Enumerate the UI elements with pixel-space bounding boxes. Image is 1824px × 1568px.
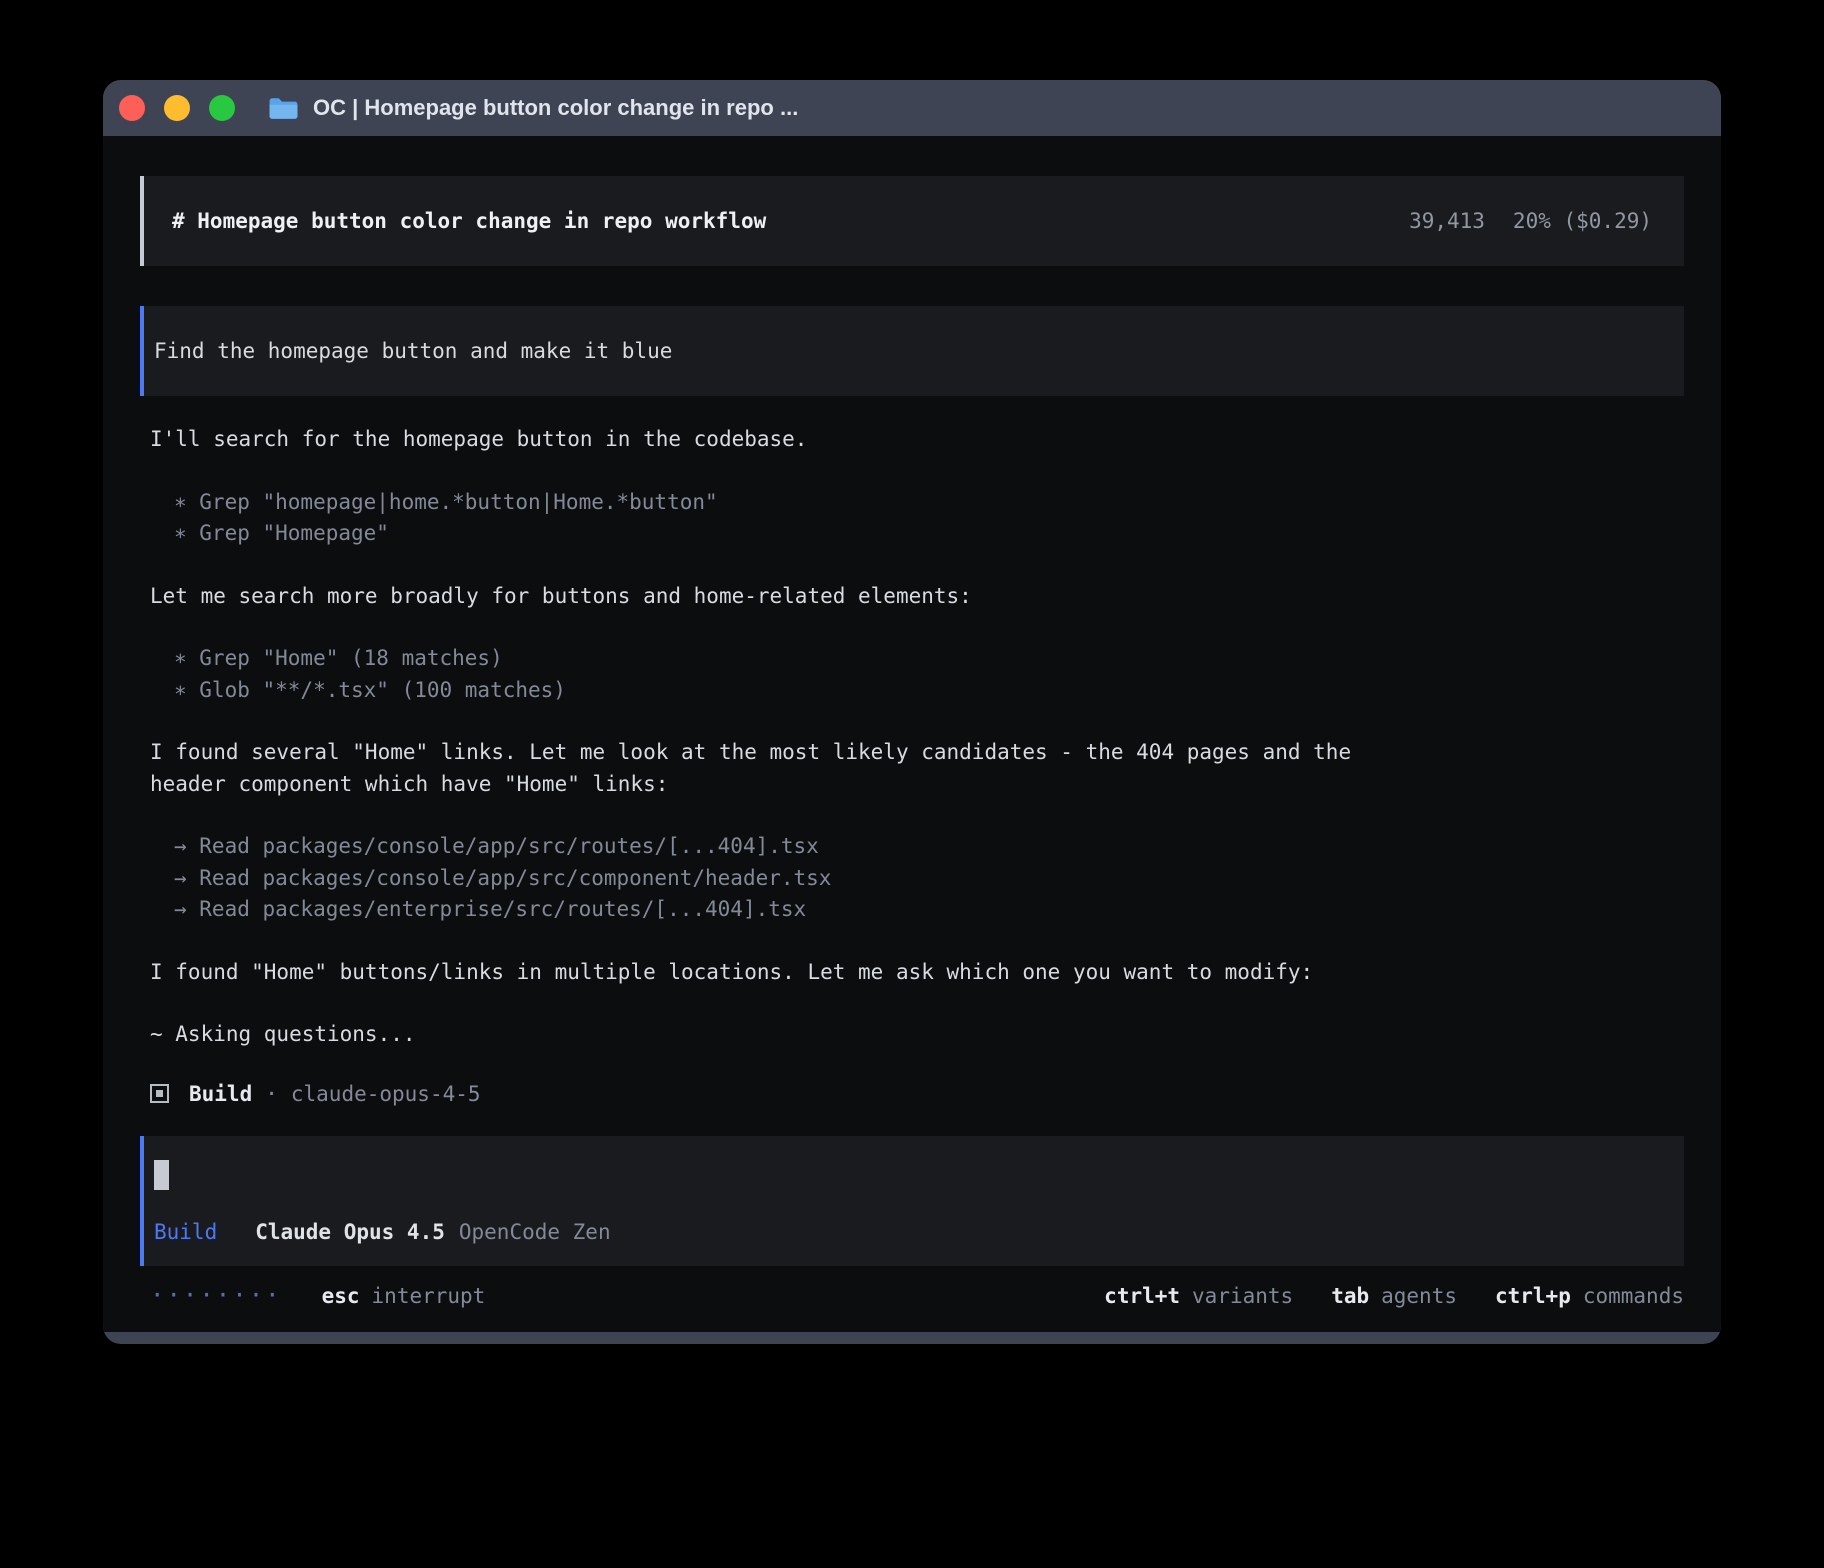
session-header: # Homepage button color change in repo w… [140,176,1684,266]
text-cursor [154,1160,169,1190]
tool-call-grep: ∗ Grep "Home" (18 matches) [174,643,1684,675]
traffic-lights [119,95,235,121]
conversation-transcript: I'll search for the homepage button in t… [140,424,1684,1106]
tool-call-grep: ∗ Grep "homepage|home.*button|Home.*butt… [174,487,1684,519]
tool-call-read: → Read packages/console/app/src/componen… [174,863,1684,895]
assistant-message: I found "Home" buttons/links in multiple… [150,957,1684,989]
variants-label: variants [1192,1284,1293,1308]
interrupt-hint: esc interrupt [322,1284,486,1308]
user-message: Find the homepage button and make it blu… [140,306,1684,396]
agents-label: agents [1381,1284,1457,1308]
assistant-message: I found several "Home" links. Let me loo… [150,737,1395,800]
variants-hint: ctrl+t variants [1104,1284,1293,1308]
window-titlebar: OC | Homepage button color change in rep… [103,80,1721,136]
window-title: OC | Homepage button color change in rep… [313,95,798,121]
assistant-message: Let me search more broadly for buttons a… [150,581,1684,613]
folder-icon [268,96,299,121]
prompt-input[interactable]: Build Claude Opus 4.5 OpenCode Zen [140,1136,1684,1266]
terminal-content: # Homepage button color change in repo w… [103,136,1721,1332]
agent-status-row: Build · claude-opus-4-5 [150,1082,1684,1106]
tool-call-read: → Read packages/console/app/src/routes/[… [174,831,1684,863]
separator-dot: · [265,1082,278,1106]
zoom-button[interactable] [209,95,235,121]
interrupt-label: interrupt [372,1284,486,1308]
agent-name: Build [189,1082,252,1106]
ctrl-t-key: ctrl+t [1104,1284,1180,1308]
agent-build-icon [150,1084,169,1103]
asking-questions-status: ~ Asking questions... [150,1019,1684,1051]
commands-label: commands [1583,1284,1684,1308]
tool-call-glob: ∗ Glob "**/*.tsx" (100 matches) [174,675,1684,707]
assistant-message: I'll search for the homepage button in t… [150,424,1684,456]
spinner-dots: ········ [150,1285,282,1306]
minimize-button[interactable] [164,95,190,121]
commands-hint: ctrl+p commands [1495,1284,1684,1308]
tool-call-group: ∗ Grep "Home" (18 matches) ∗ Glob "**/*.… [150,643,1684,706]
close-button[interactable] [119,95,145,121]
ctrl-p-key: ctrl+p [1495,1284,1571,1308]
input-footer: Build Claude Opus 4.5 OpenCode Zen [154,1220,1660,1244]
esc-key: esc [322,1284,360,1308]
agents-hint: tab agents [1331,1284,1457,1308]
agent-model: claude-opus-4-5 [291,1082,481,1106]
session-stats: 39,413 20% ($0.29) [1409,209,1652,233]
tool-call-read: → Read packages/enterprise/src/routes/[.… [174,894,1684,926]
model-provider: OpenCode Zen [459,1220,611,1244]
tool-call-group: ∗ Grep "homepage|home.*button|Home.*butt… [150,487,1684,550]
tool-call-grep: ∗ Grep "Homepage" [174,518,1684,550]
tool-call-group: → Read packages/console/app/src/routes/[… [150,831,1684,926]
model-name: Claude Opus 4.5 [255,1220,445,1244]
terminal-window: OC | Homepage button color change in rep… [103,80,1721,1344]
agent-mode-badge: Build [154,1220,217,1244]
tab-key: tab [1331,1284,1369,1308]
session-title: # Homepage button color change in repo w… [172,209,766,233]
user-message-text: Find the homepage button and make it blu… [154,339,672,363]
token-count: 39,413 [1409,209,1485,233]
status-bar: ········ esc interrupt ctrl+t variants t… [140,1284,1684,1308]
context-cost: 20% ($0.29) [1513,209,1652,233]
